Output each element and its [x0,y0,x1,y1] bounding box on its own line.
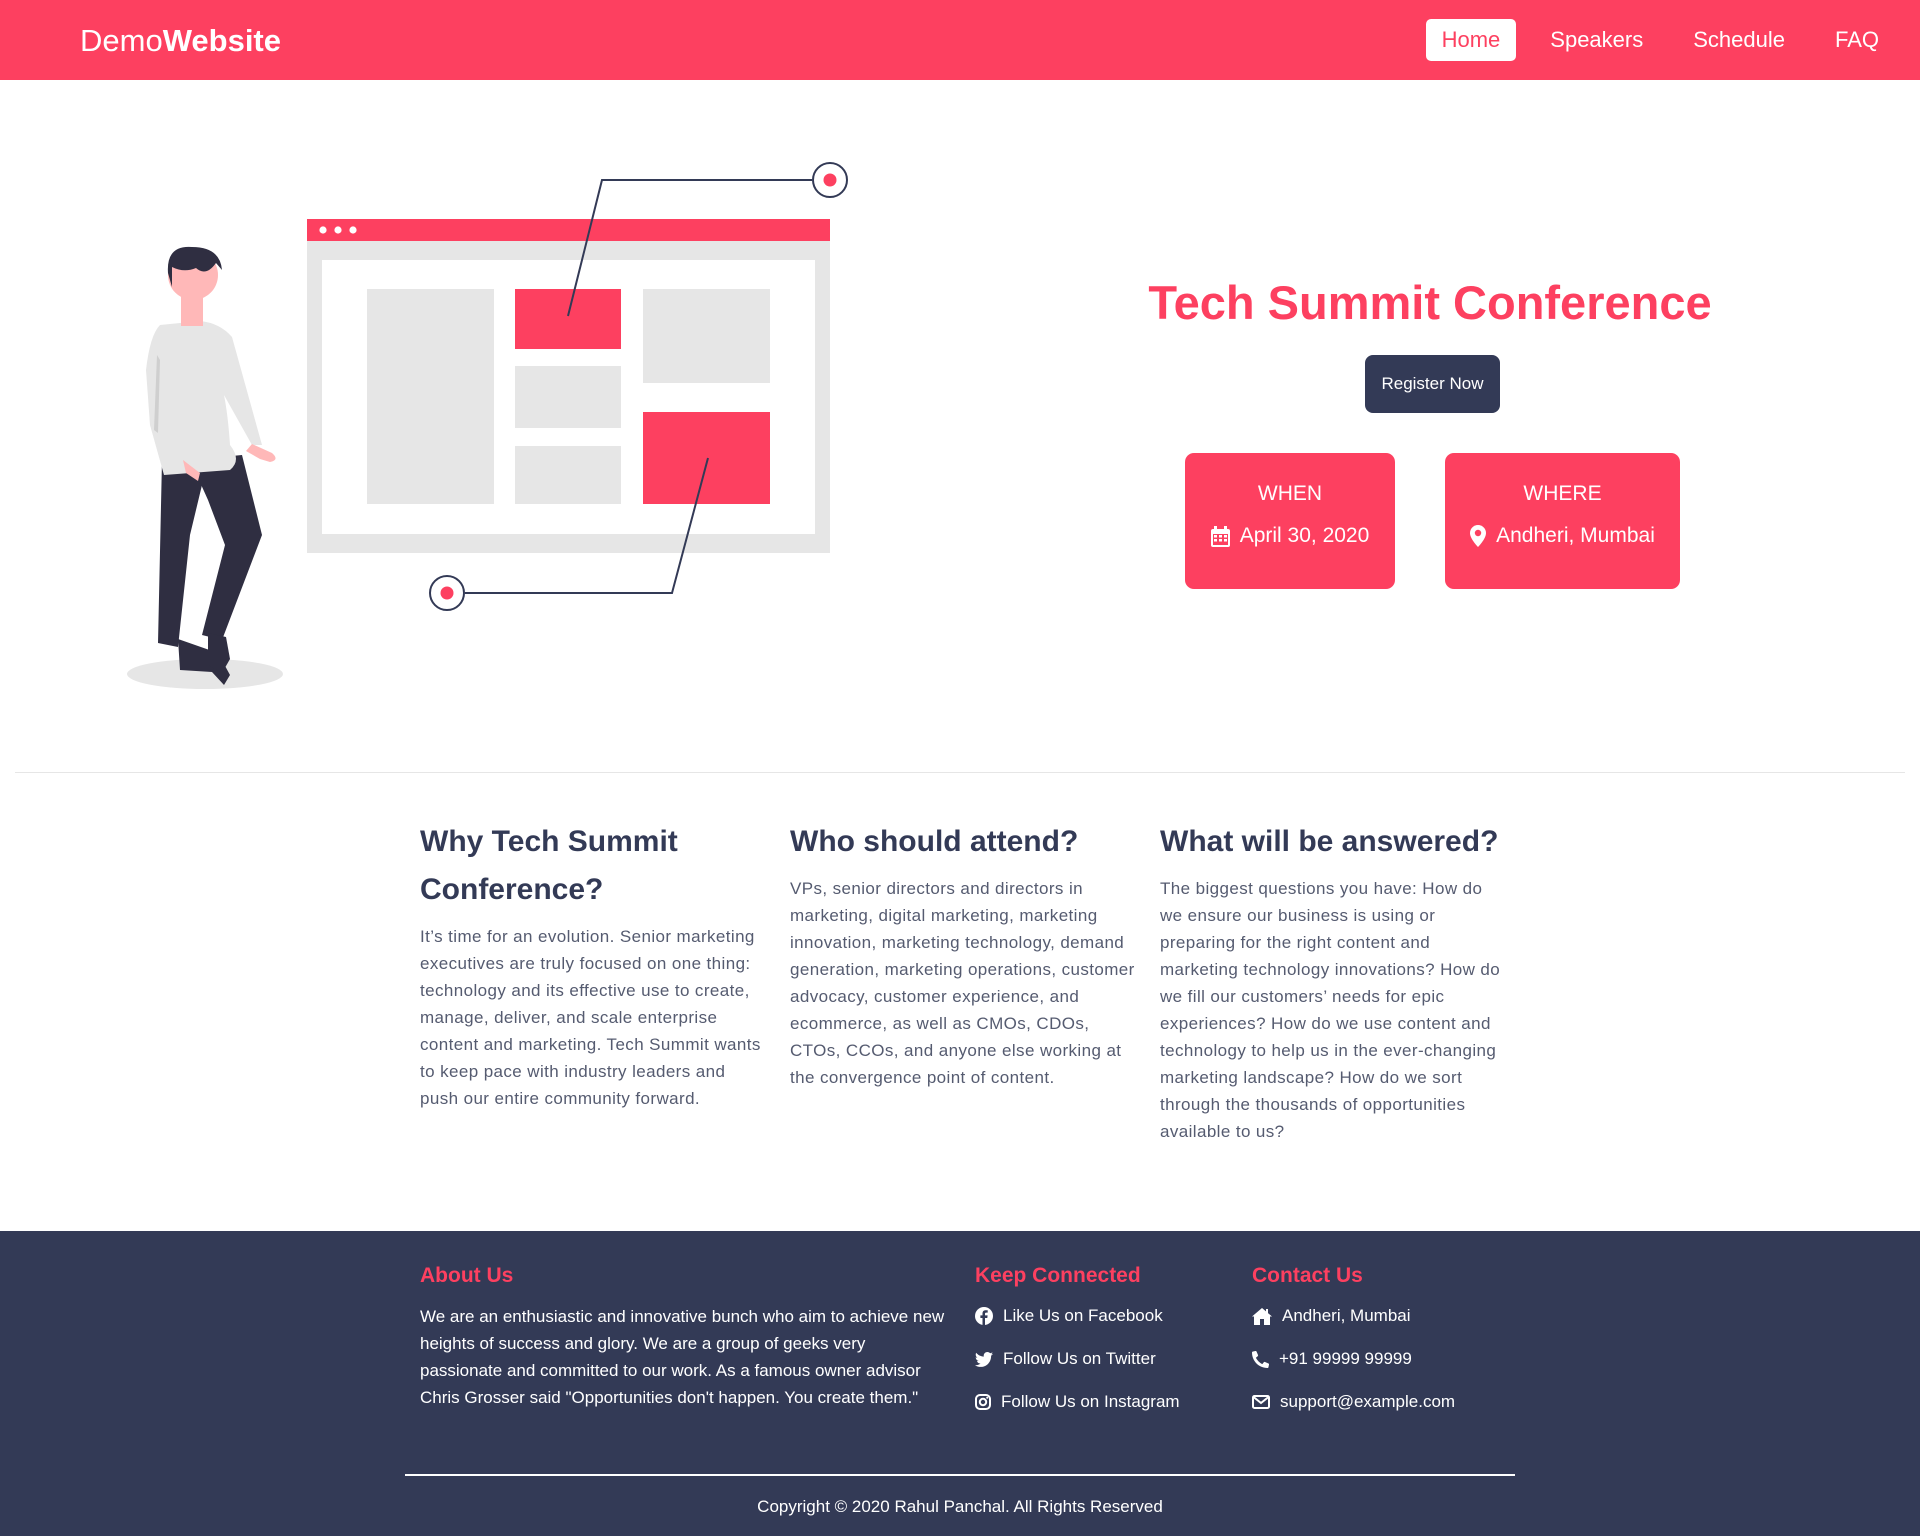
contact-us-heading: Contact Us [1252,1264,1363,1287]
where-label: WHERE [1523,482,1602,505]
when-value-row: April 30, 2020 [1185,523,1395,549]
navbar: DemoWebsite Home Speakers Schedule FAQ [0,0,1920,80]
nav-item-home[interactable]: Home [1425,19,1517,61]
hero-title: Tech Summit Conference [1148,276,1712,329]
phone-icon [1252,1350,1269,1368]
footer-divider [405,1474,1515,1476]
section-divider [15,772,1905,773]
facebook-icon [975,1307,993,1325]
feature-why: Why Tech Summit Conference? It’s time fo… [420,818,765,1112]
hero-illustration [127,162,848,689]
contact-phone-label: +91 99999 99999 [1279,1349,1412,1368]
envelope-icon [1252,1395,1270,1409]
feature-title: Who should attend? [790,825,1079,858]
copyright-text: Copyright © 2020 Rahul Panchal. All Righ… [757,1497,1163,1516]
map-pin-icon [1470,525,1487,547]
about-us-text: We are an enthusiastic and innovative bu… [420,1307,945,1407]
where-card: WHERE Andheri, Mumbai [1445,453,1680,589]
feature-text: VPs, senior directors and directors in m… [790,879,1135,1087]
contact-address: Andheri, Mumbai [1252,1304,1411,1328]
nav-item-speakers[interactable]: Speakers [1534,19,1659,61]
feature-who: Who should attend? VPs, senior directors… [790,818,1135,1091]
where-value: Andheri, Mumbai [1496,524,1655,547]
register-now-button[interactable]: Register Now [1365,355,1500,413]
facebook-link[interactable]: Like Us on Facebook [975,1304,1163,1328]
home-icon [1252,1307,1272,1325]
contact-email[interactable]: support@example.com [1252,1390,1455,1414]
where-value-row: Andheri, Mumbai [1445,523,1680,549]
brand-bold: Website [162,23,281,58]
facebook-label: Like Us on Facebook [1003,1306,1163,1325]
contact-address-label: Andheri, Mumbai [1282,1306,1411,1325]
feature-what: What will be answered? The biggest quest… [1160,818,1505,1145]
when-card: WHEN April 30, 2020 [1185,453,1395,589]
calendar-icon [1210,525,1230,547]
feature-text: It’s time for an evolution. Senior marke… [420,927,761,1108]
instagram-link[interactable]: Follow Us on Instagram [975,1390,1180,1414]
twitter-icon [975,1351,993,1367]
when-label: WHEN [1257,482,1323,505]
brand-prefix: Demo [80,23,163,58]
twitter-link[interactable]: Follow Us on Twitter [975,1347,1156,1371]
nav-item-faq[interactable]: FAQ [1819,19,1895,61]
nav-item-schedule[interactable]: Schedule [1677,19,1801,61]
brand-logo[interactable]: DemoWebsite [80,22,281,60]
instagram-label: Follow Us on Instagram [1001,1392,1180,1411]
instagram-icon [975,1394,991,1410]
when-value: April 30, 2020 [1239,524,1370,547]
keep-connected-heading: Keep Connected [975,1264,1141,1287]
about-us-heading: About Us [420,1264,514,1287]
feature-title: Why Tech Summit Conference? [420,825,678,906]
contact-phone[interactable]: +91 99999 99999 [1252,1347,1412,1371]
contact-email-label: support@example.com [1280,1392,1456,1411]
nav-menu: Home Speakers Schedule FAQ [1425,19,1920,61]
feature-title: What will be answered? [1160,825,1499,858]
feature-text: The biggest questions you have: How do w… [1160,879,1501,1141]
footer: About Us We are an enthusiastic and inno… [0,1231,1920,1536]
twitter-label: Follow Us on Twitter [1003,1349,1156,1368]
